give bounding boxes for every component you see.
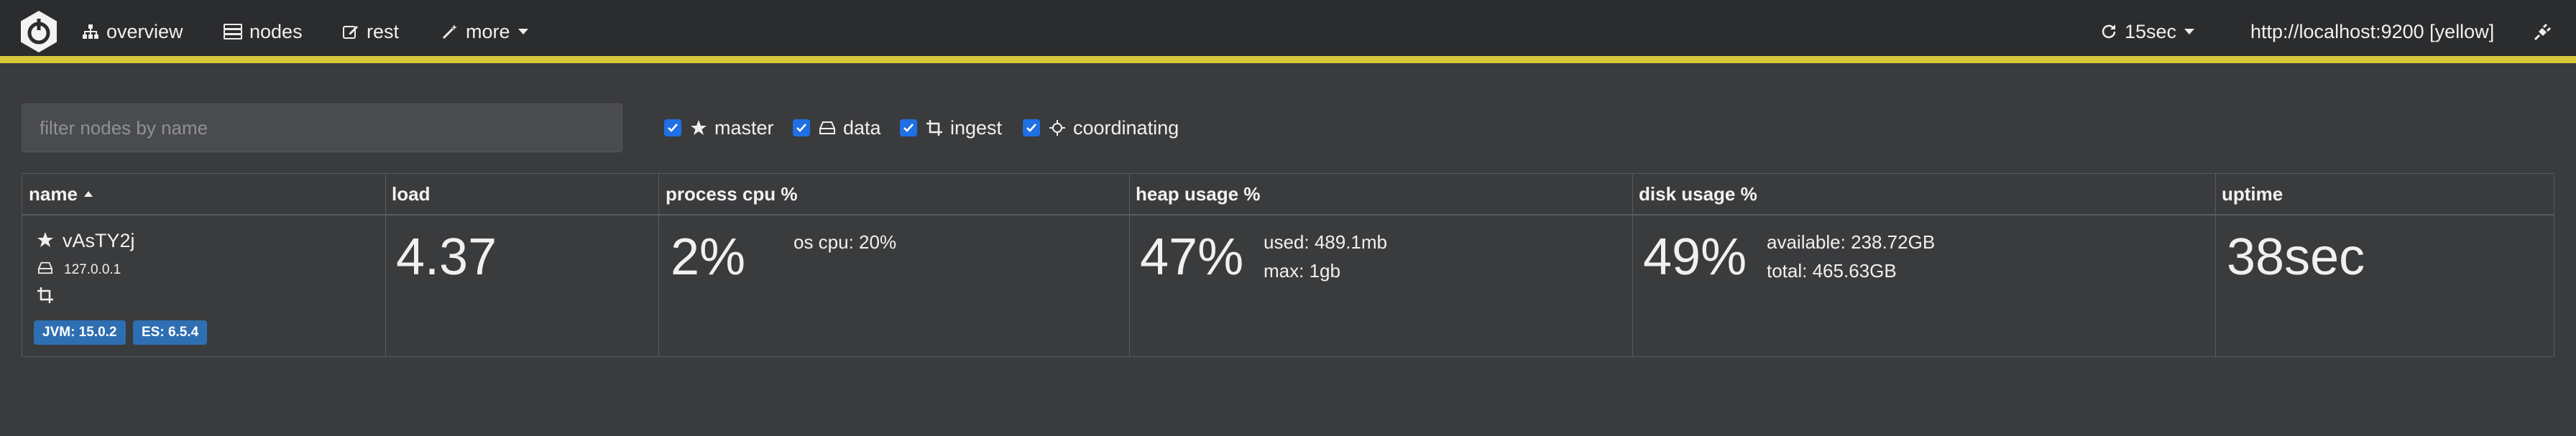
column-header-label: process cpu % xyxy=(666,182,798,205)
heap-usage-value: 47% xyxy=(1140,228,1244,286)
nav-rest-label: rest xyxy=(367,20,400,42)
node-name[interactable]: vAsTY2j xyxy=(63,230,135,252)
column-header-load[interactable]: load xyxy=(392,174,430,214)
nodes-table: name load process cpu % heap usage % dis… xyxy=(22,173,2554,357)
checkbox-checked-icon[interactable] xyxy=(900,119,917,136)
caret-down-icon xyxy=(2184,28,2195,35)
refresh-interval-dropdown[interactable]: 15sec xyxy=(2100,0,2195,63)
checkbox-checked-icon[interactable] xyxy=(664,119,681,136)
nav-overview-label: overview xyxy=(106,20,183,42)
top-navigation-bar: overview nodes rest more 15sec http://lo… xyxy=(0,0,2576,63)
sort-asc-icon xyxy=(83,190,93,198)
heap-used-value: used: 489.1mb xyxy=(1264,231,1388,253)
crop-icon xyxy=(37,287,54,304)
uptime-value: 38sec xyxy=(2227,228,2365,286)
column-divider xyxy=(1632,174,1633,356)
nav-rest[interactable]: rest xyxy=(342,0,399,63)
nav-overview[interactable]: overview xyxy=(82,0,183,63)
column-header-label: heap usage % xyxy=(1136,182,1261,205)
column-header-label: name xyxy=(29,182,78,205)
column-divider xyxy=(1129,174,1130,356)
server-icon xyxy=(224,23,242,40)
checkbox-checked-icon[interactable] xyxy=(1023,119,1040,136)
nav-nodes-label: nodes xyxy=(249,20,303,42)
edit-icon xyxy=(342,23,359,40)
disconnect-button[interactable] xyxy=(2533,0,2553,63)
star-icon xyxy=(37,231,54,249)
role-label: data xyxy=(843,116,881,139)
disk-usage-value: 49% xyxy=(1643,228,1747,286)
heap-max-value: max: 1gb xyxy=(1264,260,1340,282)
process-cpu-value: 2% xyxy=(671,228,746,286)
column-divider xyxy=(658,174,659,356)
column-header-label: load xyxy=(392,182,431,205)
role-filter-ingest[interactable]: ingest xyxy=(900,113,1002,142)
disk-total-value: total: 465.63GB xyxy=(1767,260,1897,282)
role-label: ingest xyxy=(950,116,1003,139)
es-version-badge: ES: 6.5.4 xyxy=(133,320,208,345)
cluster-address-label: http://localhost:9200 [yellow] xyxy=(2250,20,2495,42)
column-header-label: disk usage % xyxy=(1639,182,1757,205)
disk-available-value: available: 238.72GB xyxy=(1767,231,1936,253)
hdd-icon xyxy=(37,261,53,275)
nav-more-label: more xyxy=(466,20,510,42)
role-label: coordinating xyxy=(1073,116,1179,139)
sitemap-icon xyxy=(82,23,99,40)
column-divider xyxy=(2215,174,2216,356)
crop-icon xyxy=(926,119,943,136)
jvm-version-badge: JVM: 15.0.2 xyxy=(34,320,126,345)
hdd-icon xyxy=(819,120,836,136)
star-icon xyxy=(690,119,707,136)
column-divider xyxy=(385,174,386,356)
cluster-address[interactable]: http://localhost:9200 [yellow] xyxy=(2250,0,2494,63)
crosshairs-icon xyxy=(1049,119,1066,136)
node-ip: 127.0.0.1 xyxy=(64,262,121,277)
column-header-heap[interactable]: heap usage % xyxy=(1136,174,1260,214)
column-header-cpu[interactable]: process cpu % xyxy=(666,174,798,214)
column-header-label: uptime xyxy=(2222,182,2283,205)
role-label: master xyxy=(714,116,774,139)
load-value: 4.37 xyxy=(396,228,497,286)
magic-wand-icon xyxy=(441,23,459,40)
role-filter-data[interactable]: data xyxy=(793,113,881,142)
plug-icon xyxy=(2533,22,2553,42)
nav-more-dropdown[interactable]: more xyxy=(441,0,529,63)
refresh-interval-value: 15sec xyxy=(2125,20,2177,42)
role-filter-master[interactable]: master xyxy=(664,113,774,142)
column-header-uptime[interactable]: uptime xyxy=(2222,174,2283,214)
column-header-disk[interactable]: disk usage % xyxy=(1639,174,1757,214)
role-filter-coordinating[interactable]: coordinating xyxy=(1023,113,1179,142)
refresh-icon xyxy=(2100,23,2117,40)
cerebro-logo-icon[interactable] xyxy=(16,9,62,55)
checkbox-checked-icon[interactable] xyxy=(793,119,810,136)
column-header-name[interactable]: name xyxy=(29,174,93,214)
nav-nodes[interactable]: nodes xyxy=(224,0,303,63)
filter-nodes-input[interactable] xyxy=(22,103,622,152)
caret-down-icon xyxy=(518,28,529,35)
os-cpu-value: os cpu: 20% xyxy=(794,231,897,253)
